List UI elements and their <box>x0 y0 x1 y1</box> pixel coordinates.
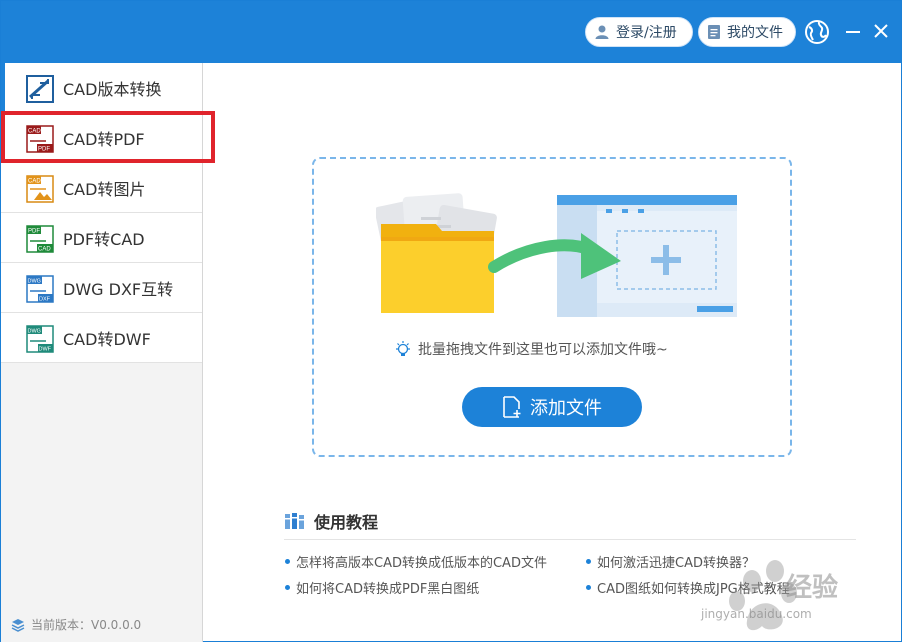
svg-text:PDF: PDF <box>38 147 50 153</box>
tutorials-header: 使用教程 <box>284 509 378 533</box>
version-info: 当前版本：V0.0.0.0 <box>11 616 141 633</box>
divider <box>284 539 856 540</box>
svg-text:DXF: DXF <box>39 297 51 303</box>
sidebar-item-label: CAD转PDF <box>63 129 145 149</box>
tutorial-link[interactable]: 如何将CAD转换成PDF黑白图纸 <box>285 578 479 597</box>
svg-text:DWG: DWG <box>28 329 41 335</box>
tutorial-link[interactable]: CAD图纸如何转换成JPG格式教程 <box>586 578 790 597</box>
sidebar-item-cad-to-dwf[interactable]: DWG DWF CAD转DWF <box>1 313 202 363</box>
version-label: 当前版本：V0.0.0.0 <box>31 618 142 632</box>
svg-text:CAD: CAD <box>38 247 51 253</box>
tutorial-link[interactable]: 怎样将高版本CAD转换成低版本的CAD文件 <box>285 552 547 571</box>
login-label: 登录/注册 <box>616 25 677 41</box>
sidebar-item-pdf-to-cad[interactable]: PDF CAD PDF转CAD <box>1 213 202 263</box>
cad-to-image-icon: CAD <box>26 175 54 203</box>
books-icon <box>285 513 304 529</box>
layers-icon <box>11 618 25 632</box>
my-files-label: 我的文件 <box>727 25 783 41</box>
sidebar-item-label: CAD转图片 <box>63 179 146 199</box>
cad-version-icon <box>26 75 54 103</box>
svg-text:DWG: DWG <box>28 279 41 285</box>
minimize-icon[interactable] <box>844 22 862 40</box>
dwg-dxf-icon: DWG DXF <box>26 275 54 303</box>
sidebar-item-label: DWG DXF互转 <box>63 279 174 299</box>
watermark-text: 经验 <box>786 573 839 603</box>
drop-hint: 批量拖拽文件到这里也可以添加文件哦~ <box>394 339 668 359</box>
title-bar: 登录/注册 我的文件 <box>1 1 901 63</box>
pdf-to-cad-icon: PDF CAD <box>26 225 54 253</box>
globe-icon[interactable] <box>804 19 830 45</box>
svg-text:DWF: DWF <box>39 347 52 353</box>
sidebar-item-cad-to-image[interactable]: CAD CAD转图片 <box>1 163 202 213</box>
document-icon <box>708 25 720 39</box>
svg-text:CAD: CAD <box>28 179 41 185</box>
my-files-button[interactable]: 我的文件 <box>698 17 796 47</box>
sidebar-item-label: PDF转CAD <box>63 229 145 249</box>
drag-files-illustration-icon <box>376 193 737 317</box>
drop-hint-text: 批量拖拽文件到这里也可以添加文件哦~ <box>418 342 668 358</box>
sidebar-item-label: CAD转DWF <box>63 329 151 349</box>
cad-to-dwf-icon: DWG DWF <box>26 325 54 353</box>
add-file-icon <box>503 396 521 418</box>
user-icon <box>595 25 609 39</box>
svg-text:CAD: CAD <box>28 129 41 135</box>
add-file-button[interactable]: 添加文件 <box>462 387 642 427</box>
sidebar-item-label: CAD版本转换 <box>63 79 162 99</box>
watermark-url: jingyan.baidu.com <box>701 607 812 621</box>
sidebar-item-dwg-dxf[interactable]: DWG DXF DWG DXF互转 <box>1 263 202 313</box>
app-window: 登录/注册 我的文件 CAD版本转换 CAD PDF CAD转PDF CAD C… <box>0 0 902 642</box>
svg-text:PDF: PDF <box>28 229 40 235</box>
tutorials-title: 使用教程 <box>314 513 379 532</box>
sidebar-item-cad-to-pdf[interactable]: CAD PDF CAD转PDF <box>1 113 202 163</box>
sidebar-item-cad-version[interactable]: CAD版本转换 <box>1 63 202 113</box>
add-file-label: 添加文件 <box>530 398 602 419</box>
lightbulb-icon <box>396 341 410 356</box>
login-register-button[interactable]: 登录/注册 <box>585 17 693 47</box>
close-icon[interactable] <box>872 22 890 40</box>
cad-to-pdf-icon: CAD PDF <box>26 125 54 153</box>
tutorial-link[interactable]: 如何激活迅捷CAD转换器？ <box>586 552 755 571</box>
